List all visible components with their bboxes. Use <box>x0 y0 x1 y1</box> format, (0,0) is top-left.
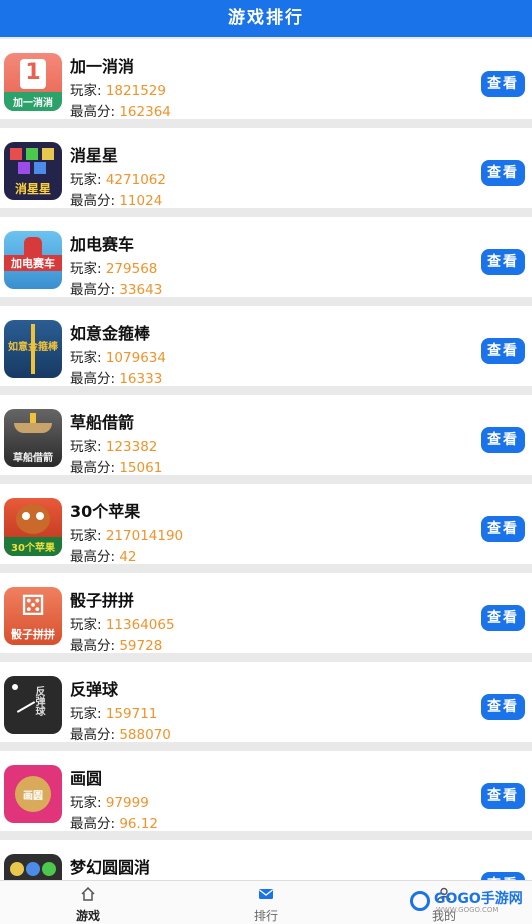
game-name: 加一消消 <box>70 57 135 76</box>
high-score: 最高分: 15061 <box>70 460 163 476</box>
high-score: 最高分: 96.12 <box>70 816 158 832</box>
game-name: 消星星 <box>70 146 119 165</box>
boat-arrows-icon: 草船借箭 <box>4 409 62 467</box>
players-count: 玩家: 123382 <box>70 439 158 455</box>
players-count: 玩家: 1821529 <box>70 83 166 99</box>
tab-label: 游戏 <box>75 909 100 923</box>
list-item[interactable]: 画圆 画圆 玩家: 97999 最高分: 96.12 查看 <box>0 751 532 832</box>
view-button[interactable]: 查看 <box>481 783 525 809</box>
tab-label: 排行 <box>253 909 278 923</box>
page-title: 游戏排行 <box>0 0 532 37</box>
gogo-logo-icon <box>410 891 430 911</box>
game-name: 草船借箭 <box>70 413 135 432</box>
high-score: 最高分: 588070 <box>70 727 171 743</box>
draw-circle-icon: 画圆 <box>4 765 62 823</box>
bubbles-icon <box>4 854 62 880</box>
players-count: 玩家: 1079634 <box>70 350 166 366</box>
squirrel-icon: 30个苹果 <box>4 498 62 556</box>
list-item[interactable]: 1 加一消消 加一消消 玩家: 1821529 最高分: 162364 查看 <box>0 39 532 120</box>
high-score: 最高分: 33643 <box>70 282 163 298</box>
game-name: 骰子拼拼 <box>70 591 135 610</box>
players-count: 玩家: 279568 <box>70 261 158 277</box>
bounce-ball-icon: 反弹球 <box>4 676 62 734</box>
high-score: 最高分: 59728 <box>70 638 163 654</box>
players-count: 玩家: 217014190 <box>70 528 184 544</box>
list-item[interactable]: 梦幻圆圆消 查看 <box>0 840 532 880</box>
site-watermark: GOGO手游网 WWW.GOGO.COM <box>410 888 530 918</box>
list-item[interactable]: 如意金箍棒 如意金箍棒 玩家: 1079634 最高分: 16333 查看 <box>0 306 532 387</box>
list-item[interactable]: 草船借箭 草船借箭 玩家: 123382 最高分: 15061 查看 <box>0 395 532 476</box>
home-icon <box>81 887 95 901</box>
game-name: 反弹球 <box>70 680 119 699</box>
players-count: 玩家: 159711 <box>70 706 158 722</box>
golden-staff-icon: 如意金箍棒 <box>4 320 62 378</box>
view-button[interactable]: 查看 <box>481 872 525 880</box>
game-name: 如意金箍棒 <box>70 324 151 343</box>
game-name: 加电赛车 <box>70 235 135 254</box>
list-item[interactable]: 加电赛车 加电赛车 玩家: 279568 最高分: 33643 查看 <box>0 217 532 298</box>
dice-icon: ⚄ 骰子拼拼 <box>4 587 62 645</box>
race-car-icon: 加电赛车 <box>4 231 62 289</box>
view-button[interactable]: 查看 <box>481 605 525 631</box>
players-count: 玩家: 4271062 <box>70 172 166 188</box>
players-count: 玩家: 97999 <box>70 795 149 811</box>
view-button[interactable]: 查看 <box>481 160 525 186</box>
game-name: 梦幻圆圆消 <box>70 858 151 877</box>
players-count: 玩家: 11364065 <box>70 617 175 633</box>
view-button[interactable]: 查看 <box>481 338 525 364</box>
stars-icon: 消星星 <box>4 142 62 200</box>
list-item[interactable]: 消星星 消星星 玩家: 4271062 最高分: 11024 查看 <box>0 128 532 209</box>
list-item[interactable]: ⚄ 骰子拼拼 骰子拼拼 玩家: 11364065 最高分: 59728 查看 <box>0 573 532 654</box>
list-item[interactable]: 30个苹果 30个苹果 玩家: 217014190 最高分: 42 查看 <box>0 484 532 565</box>
tab-games[interactable]: 游戏 <box>28 881 148 924</box>
mail-icon <box>259 889 273 899</box>
view-button[interactable]: 查看 <box>481 71 525 97</box>
list-item[interactable]: 反弹球 反弹球 玩家: 159711 最高分: 588070 查看 <box>0 662 532 743</box>
view-button[interactable]: 查看 <box>481 249 525 275</box>
tab-ranking[interactable]: 排行 <box>206 881 326 924</box>
view-button[interactable]: 查看 <box>481 427 525 453</box>
view-button[interactable]: 查看 <box>481 694 525 720</box>
high-score: 最高分: 11024 <box>70 193 163 209</box>
high-score: 最高分: 42 <box>70 549 137 565</box>
view-button[interactable]: 查看 <box>481 516 525 542</box>
game-name: 30个苹果 <box>70 502 141 521</box>
game-name: 画圆 <box>70 769 103 788</box>
high-score: 最高分: 16333 <box>70 371 163 387</box>
game-ranking-list[interactable]: 1 加一消消 加一消消 玩家: 1821529 最高分: 162364 查看 消… <box>0 37 532 880</box>
high-score: 最高分: 162364 <box>70 104 171 120</box>
number-one-tile-icon: 1 加一消消 <box>4 53 62 111</box>
